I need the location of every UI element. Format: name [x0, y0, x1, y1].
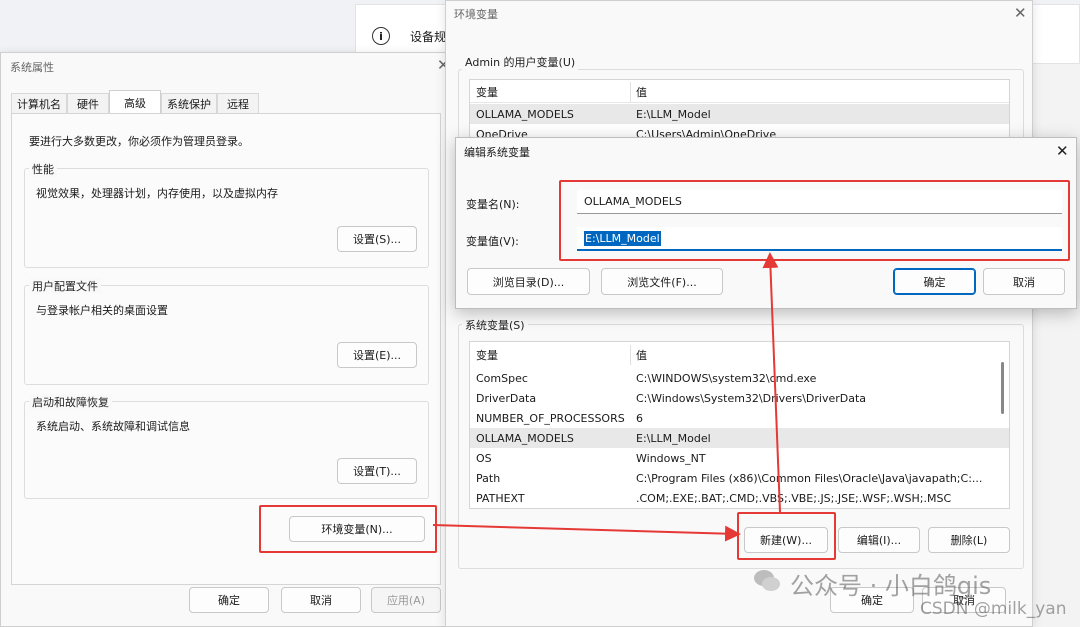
watermark-wechat: 公众号 · 小白鸽gis — [790, 572, 992, 600]
wechat-logo-icon — [752, 566, 782, 596]
watermark-csdn: CSDN @milk_yan — [920, 599, 1067, 619]
arrow-env-to-new — [432, 524, 741, 542]
arrow-new-to-edit — [762, 252, 781, 513]
annotation-arrows — [432, 252, 781, 542]
